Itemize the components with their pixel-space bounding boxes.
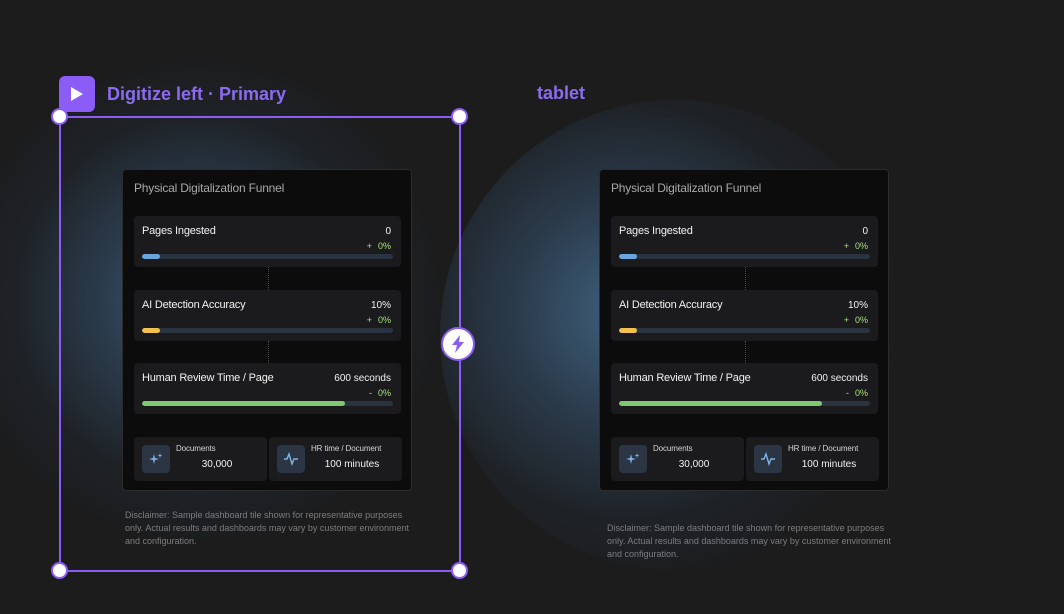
progress-fill (619, 254, 637, 259)
metric-label: Human Review Time / Page (619, 372, 751, 384)
metric-value: 600 seconds (811, 373, 868, 384)
stat-value: 100 minutes (801, 459, 857, 470)
funnel-connector (745, 341, 746, 363)
frame-title[interactable]: Digitize left · Primary (107, 84, 286, 105)
delta-value: 0% (854, 241, 868, 251)
metric-human-review-time: Human Review Time / Page 600 seconds -0% (611, 363, 878, 414)
resize-handle-top-right[interactable] (451, 108, 468, 125)
lightning-bolt-icon (452, 335, 464, 353)
stat-label: HR time / Document (788, 444, 859, 453)
progress-track (619, 328, 870, 333)
progress-track (619, 401, 870, 406)
delta-value: 0% (854, 388, 868, 398)
delta-sign: + (843, 241, 849, 251)
activity-icon (754, 445, 782, 473)
stat-label: Documents (653, 444, 693, 453)
progress-fill (619, 401, 823, 406)
selection-frame[interactable] (59, 116, 461, 572)
resize-handle-bottom-left[interactable] (51, 562, 68, 579)
funnel-connector (745, 267, 746, 290)
metric-pages-ingested: Pages Ingested 0 +0% (611, 216, 878, 267)
delta-sign: - (845, 388, 849, 398)
resize-handle-top-left[interactable] (51, 108, 68, 125)
stat-hr-time: HR time / Document 100 minutes (746, 437, 879, 481)
metric-ai-detection-accuracy: AI Detection Accuracy 10% +0% (611, 290, 878, 341)
metric-value: 10% (847, 300, 868, 311)
play-icon (71, 87, 83, 101)
metric-delta: +0% (844, 241, 868, 251)
sparkle-icon (619, 445, 647, 473)
frame-header: Digitize left · Primary (59, 76, 286, 112)
play-button[interactable] (59, 76, 95, 112)
lightning-action-button[interactable] (441, 327, 475, 361)
metric-label: AI Detection Accuracy (619, 299, 723, 311)
progress-track (619, 254, 870, 259)
delta-value: 0% (854, 315, 868, 325)
delta-sign: + (843, 315, 849, 325)
metric-label: Pages Ingested (619, 225, 693, 237)
metric-delta: +0% (844, 315, 868, 325)
card-title: Physical Digitalization Funnel (611, 181, 762, 195)
dashboard-card-tablet[interactable]: Physical Digitalization Funnel Pages Ing… (599, 169, 889, 491)
metric-delta: -0% (846, 388, 868, 398)
metric-value: 0 (862, 226, 868, 237)
stat-value: 30,000 (678, 459, 710, 470)
disclaimer-tablet: Disclaimer: Sample dashboard tile shown … (607, 523, 891, 559)
progress-fill (619, 328, 637, 333)
tablet-frame-title[interactable]: tablet (537, 83, 585, 104)
stat-documents: Documents 30,000 (611, 437, 744, 481)
resize-handle-bottom-right[interactable] (451, 562, 468, 579)
